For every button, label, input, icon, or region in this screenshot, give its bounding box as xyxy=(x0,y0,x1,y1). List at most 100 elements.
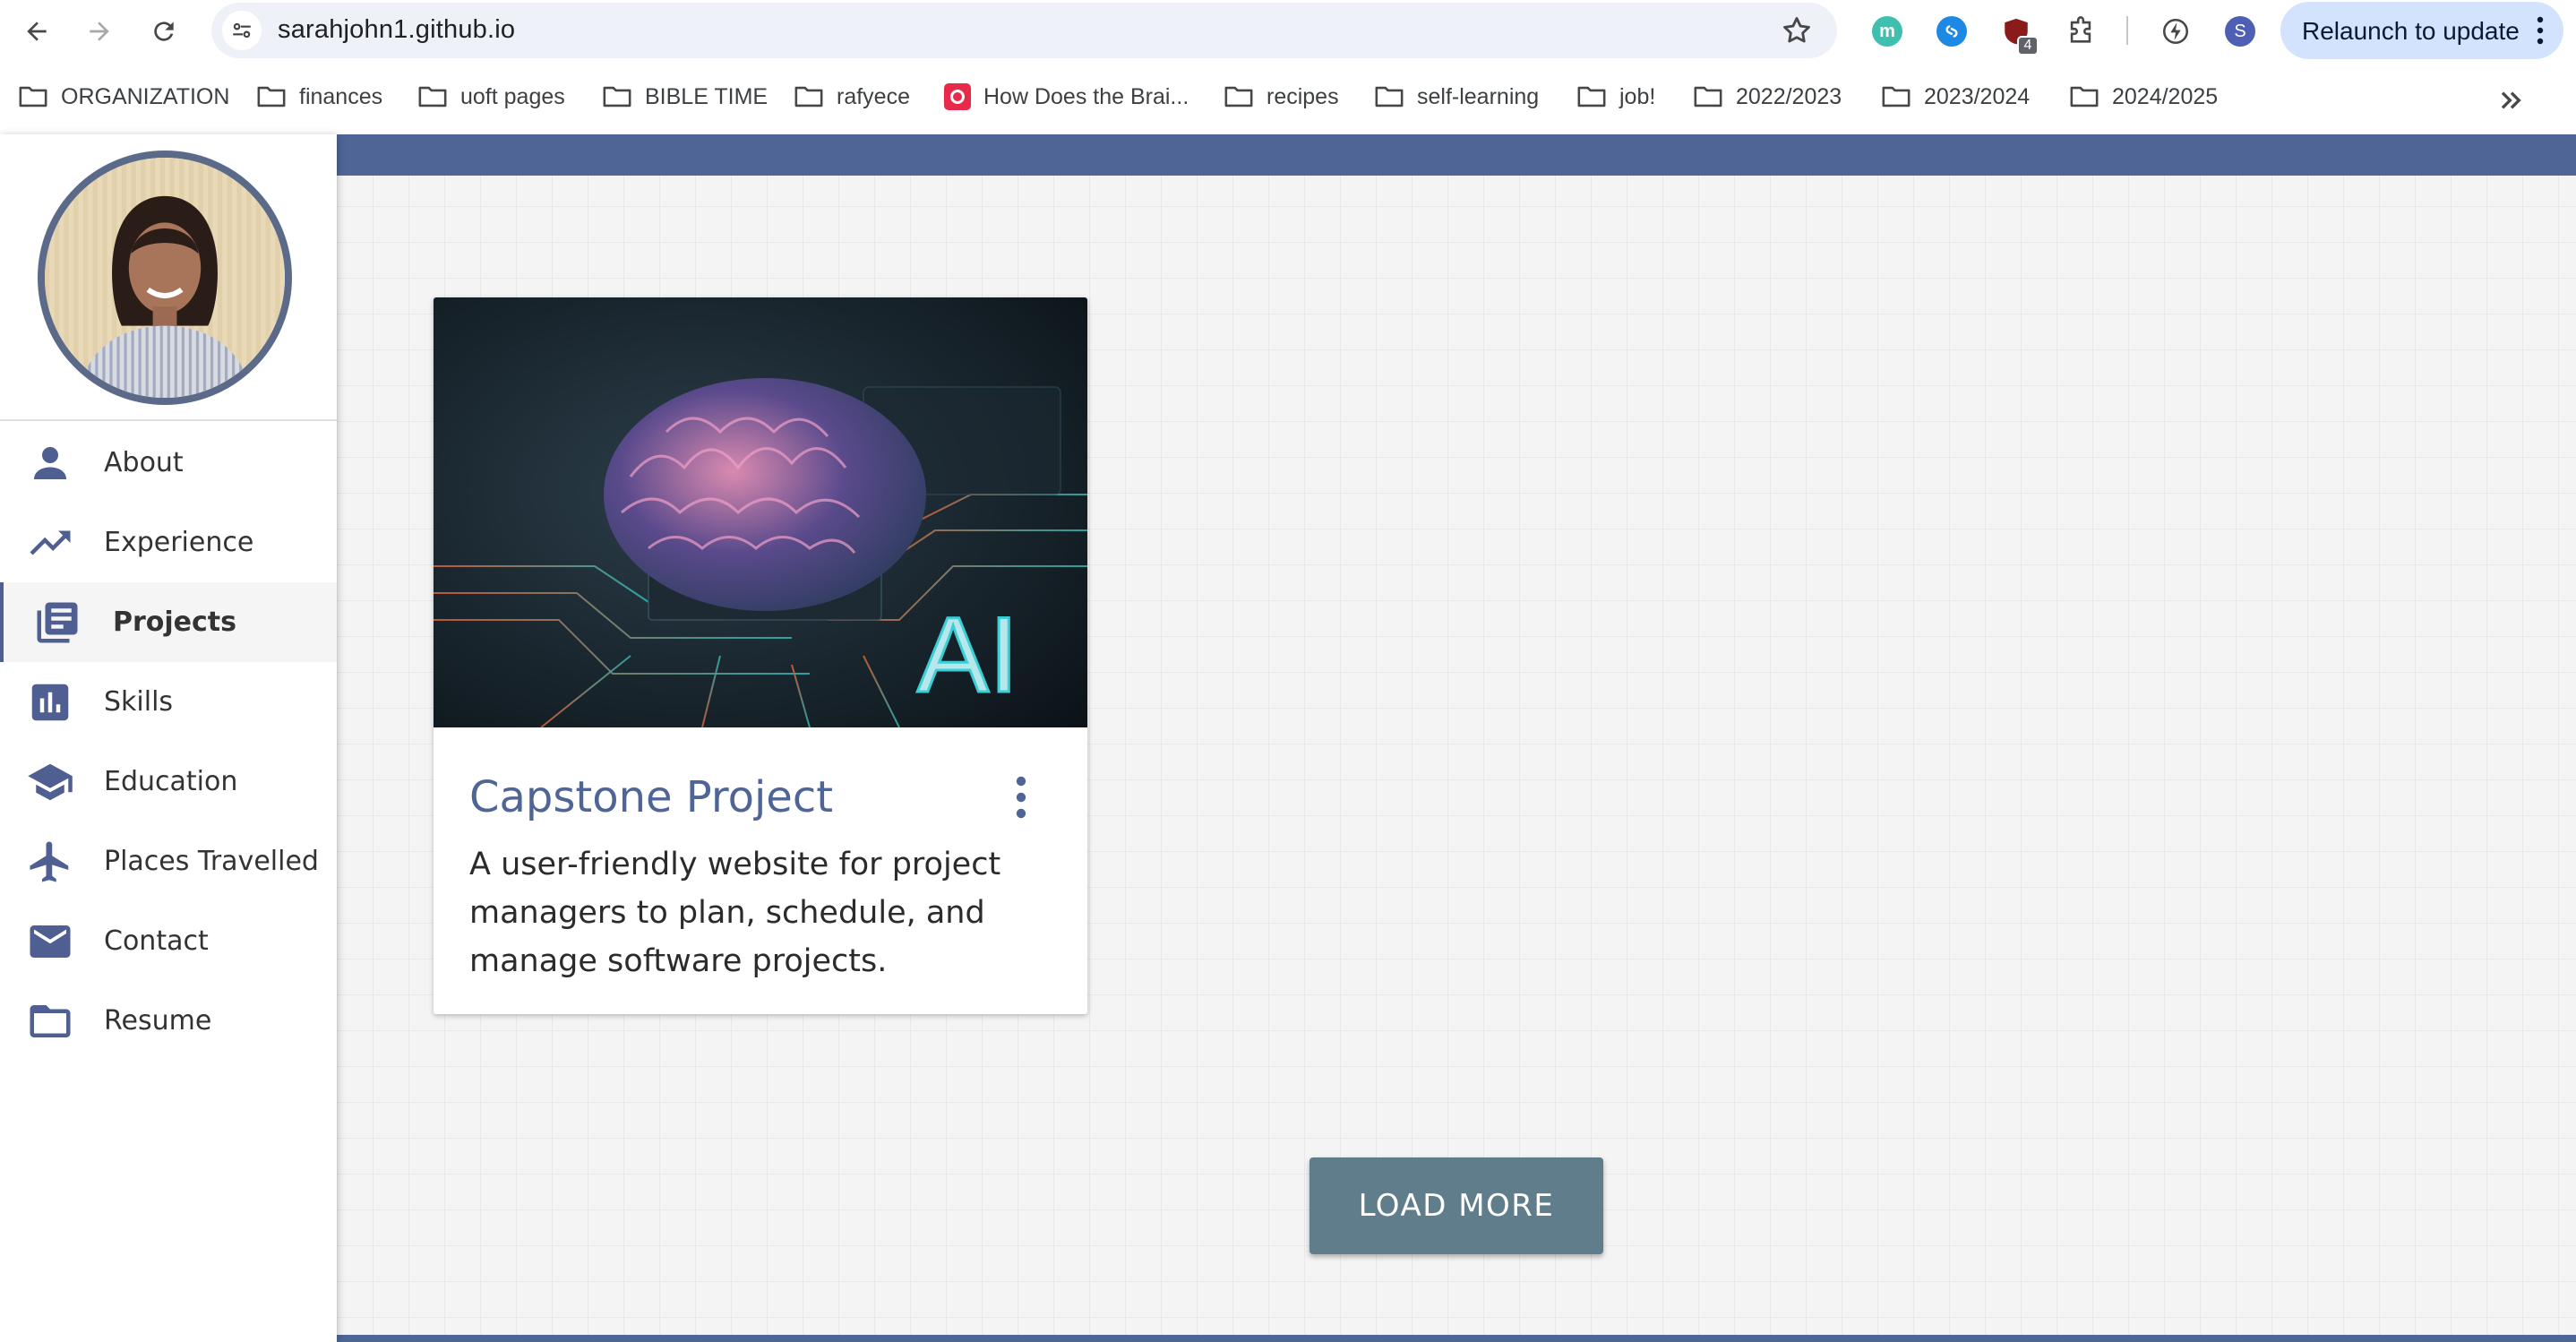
ublock-extension-icon[interactable]: 4 xyxy=(1997,13,2039,56)
address-bar[interactable]: sarahjohn1.github.io xyxy=(211,3,1837,58)
bookmark-label: job! xyxy=(1619,83,1656,109)
sidebar-item-places-travelled[interactable]: Places Travelled xyxy=(0,822,337,901)
bookmark-item[interactable]: uoft pages xyxy=(417,79,565,115)
sidebar-item-projects[interactable]: Projects xyxy=(0,582,337,662)
sidebar-item-label: Skills xyxy=(104,686,174,718)
bookmarks-bar: ORGANIZATION finances uoft pages BIBLE TIME… xyxy=(0,72,2576,122)
arrow-left-icon xyxy=(27,22,47,41)
bookmark-item[interactable]: 2024/2025 xyxy=(2069,79,2218,115)
card-title[interactable]: Capstone Project xyxy=(469,772,833,822)
sidebar-nav: About Experience Projects Skills Educati… xyxy=(0,423,337,1061)
image-ai-text: AI xyxy=(917,595,1018,715)
email-icon xyxy=(25,916,75,967)
shazam-extension-icon[interactable] xyxy=(1933,13,1971,50)
project-image: AI xyxy=(434,297,1087,727)
bookmark-item[interactable]: 2022/2023 xyxy=(1693,79,1842,115)
site-info-icon[interactable] xyxy=(222,11,262,50)
extension-badge: 4 xyxy=(2017,36,2039,56)
bookmark-item[interactable]: rafyece xyxy=(794,79,910,115)
project-card: AI Capstone Project A user-friendly webs… xyxy=(434,297,1087,1014)
folder-icon xyxy=(794,86,823,108)
folder-icon xyxy=(1882,86,1911,108)
folder-icon xyxy=(1224,86,1253,108)
sidebar-item-experience[interactable]: Experience xyxy=(0,503,337,582)
footer-bar xyxy=(337,1335,2576,1342)
sidebar-item-contact[interactable]: Contact xyxy=(0,901,337,981)
sidebar-item-label: Experience xyxy=(104,527,254,558)
sidebar-item-skills[interactable]: Skills xyxy=(0,662,337,742)
bookmark-label: rafyece xyxy=(837,83,910,109)
profile-photo xyxy=(38,151,292,405)
forward-button[interactable] xyxy=(77,9,122,54)
bookmark-label: uoft pages xyxy=(460,83,565,109)
bookmark-item[interactable]: 2023/2024 xyxy=(1881,79,2030,115)
airplane-icon xyxy=(25,837,75,887)
bookmark-label: 2023/2024 xyxy=(1924,83,2031,109)
bookmark-label: 2022/2023 xyxy=(1736,83,1842,109)
toolbar-divider xyxy=(2126,16,2128,45)
sidebar-item-label: About xyxy=(104,447,184,478)
bookmark-label: BIBLE TIME xyxy=(645,83,769,109)
main-content: AI Capstone Project A user-friendly webs… xyxy=(337,134,2576,1342)
relaunch-button[interactable]: Relaunch to update xyxy=(2280,2,2563,59)
bookmark-item[interactable]: self-learning xyxy=(1374,79,1539,115)
bookmark-label: finances xyxy=(299,83,383,109)
sidebar-item-label: Projects xyxy=(113,606,237,638)
folder-icon xyxy=(418,86,447,108)
bookmark-label: 2024/2025 xyxy=(2112,83,2219,109)
sidebar-item-education[interactable]: Education xyxy=(0,742,337,822)
sidebar-item-label: Resume xyxy=(104,1005,212,1037)
bookmark-item[interactable]: job! xyxy=(1576,79,1655,115)
arrow-right-icon xyxy=(90,22,109,41)
web-page: About Experience Projects Skills Educati… xyxy=(0,134,2576,1342)
sidebar-item-about[interactable]: About xyxy=(0,423,337,503)
folder-icon xyxy=(603,86,631,108)
header-bar xyxy=(337,134,2576,176)
folder-icon xyxy=(1577,86,1606,108)
folder-icon xyxy=(19,86,47,108)
bookmark-label: recipes xyxy=(1267,83,1339,109)
back-button[interactable] xyxy=(14,9,59,54)
bar-chart-icon xyxy=(25,677,75,727)
browser-chrome: sarahjohn1.github.io m 4 S Relaunch to u… xyxy=(0,0,2576,134)
folder-icon xyxy=(2070,86,2099,108)
bookmark-label: self-learning xyxy=(1417,83,1540,109)
performance-icon[interactable] xyxy=(2157,13,2194,50)
bookmarks-overflow-button[interactable] xyxy=(2494,82,2529,118)
profile-avatar[interactable]: S xyxy=(2221,13,2259,50)
bookmark-item[interactable]: recipes xyxy=(1224,79,1339,115)
folder-icon xyxy=(1694,86,1722,108)
card-description: A user-friendly website for project mana… xyxy=(469,847,1001,979)
bookmark-item[interactable]: finances xyxy=(256,79,382,115)
sidebar: About Experience Projects Skills Educati… xyxy=(0,134,337,1342)
extension-m-icon[interactable]: m xyxy=(1868,13,1906,50)
profile-section xyxy=(0,134,337,421)
profile-initial: S xyxy=(2225,16,2255,47)
folder-icon xyxy=(257,86,286,108)
folder-icon xyxy=(25,996,75,1046)
chevron-double-right-icon xyxy=(2501,91,2521,109)
bookmark-star-icon[interactable] xyxy=(1780,13,1814,47)
sidebar-item-resume[interactable]: Resume xyxy=(0,981,337,1061)
folder-icon xyxy=(1375,86,1404,108)
reload-button[interactable] xyxy=(142,9,186,54)
relaunch-label: Relaunch to update xyxy=(2302,17,2520,45)
sidebar-item-label: Places Travelled xyxy=(104,846,319,877)
browser-toolbar: sarahjohn1.github.io m 4 S Relaunch to u… xyxy=(0,0,2576,63)
bookmark-item[interactable]: BIBLE TIME xyxy=(602,79,768,115)
bookmark-label: How Does the Brai... xyxy=(983,83,1189,109)
sidebar-item-label: Education xyxy=(104,766,238,797)
load-more-button[interactable]: LOAD MORE xyxy=(1309,1157,1603,1254)
url-text: sarahjohn1.github.io xyxy=(278,15,516,44)
quizlet-favicon-icon xyxy=(944,83,971,110)
library-books-icon xyxy=(32,598,82,648)
more-vert-icon xyxy=(2537,16,2544,45)
bookmark-label: ORGANIZATION xyxy=(61,83,230,109)
more-vert-icon[interactable] xyxy=(1010,776,1032,819)
extensions-puzzle-icon[interactable] xyxy=(2062,13,2099,50)
bookmark-item[interactable]: How Does the Brai... xyxy=(944,79,1189,115)
bookmark-item[interactable]: ORGANIZATION xyxy=(18,79,229,115)
extension-m-letter: m xyxy=(1872,16,1902,47)
reload-icon xyxy=(154,22,174,41)
sidebar-item-label: Contact xyxy=(104,925,209,957)
